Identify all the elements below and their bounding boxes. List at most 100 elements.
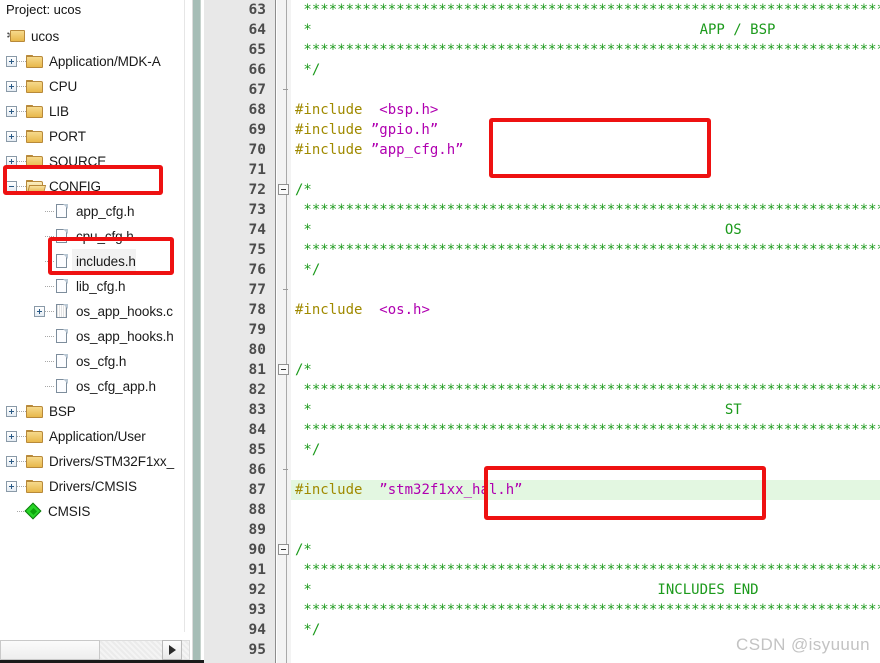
hscroll-thumb[interactable] bbox=[0, 640, 100, 660]
code-line[interactable]: 81 /* bbox=[204, 360, 880, 380]
tree-item-source[interactable]: SOURCE bbox=[0, 149, 190, 174]
tree-item-drivers-cmsis[interactable]: Drivers/CMSIS bbox=[0, 474, 190, 499]
code-line[interactable]: 65 *************************************… bbox=[204, 40, 880, 60]
code-line[interactable]: 66 */ bbox=[204, 60, 880, 80]
code-line[interactable]: 91 *************************************… bbox=[204, 560, 880, 580]
tree-item-lib[interactable]: LIB bbox=[0, 99, 190, 124]
tree-horizontal-scrollbar[interactable] bbox=[0, 636, 190, 663]
code-line[interactable]: 73 *************************************… bbox=[204, 200, 880, 220]
code-text[interactable]: ****************************************… bbox=[291, 380, 880, 400]
tree-item-includes-h[interactable]: includes.h bbox=[0, 249, 190, 274]
code-text[interactable]: ****************************************… bbox=[291, 420, 880, 440]
tree-item-port[interactable]: PORT bbox=[0, 124, 190, 149]
tree-item-app-cfg-h[interactable]: app_cfg.h bbox=[0, 199, 190, 224]
code-line[interactable]: 75 *************************************… bbox=[204, 240, 880, 260]
tree-item-bsp[interactable]: BSP bbox=[0, 399, 190, 424]
code-line[interactable]: 69 #include ”gpio.h” bbox=[204, 120, 880, 140]
hscroll-right-arrow-button[interactable] bbox=[162, 640, 182, 660]
code-text[interactable]: #include <bsp.h> bbox=[291, 100, 880, 120]
code-text[interactable] bbox=[291, 280, 880, 300]
code-text[interactable]: /* bbox=[291, 360, 880, 380]
code-text[interactable]: #include <os.h> bbox=[291, 300, 880, 320]
code-text[interactable]: /* bbox=[291, 540, 880, 560]
code-text[interactable]: ****************************************… bbox=[291, 560, 880, 580]
code-text[interactable]: /* bbox=[291, 180, 880, 200]
code-text[interactable] bbox=[291, 160, 880, 180]
code-line[interactable]: 88 bbox=[204, 500, 880, 520]
code-text[interactable]: * INCLUDES END bbox=[291, 580, 880, 600]
code-line[interactable]: 83 * ST bbox=[204, 400, 880, 420]
code-line[interactable]: 71 bbox=[204, 160, 880, 180]
pane-splitter[interactable] bbox=[190, 0, 204, 663]
code-line[interactable]: 87 #include ”stm32f1xx_hal.h” bbox=[204, 480, 880, 500]
tree-item-application-user[interactable]: Application/User bbox=[0, 424, 190, 449]
code-line[interactable]: 86 bbox=[204, 460, 880, 480]
code-line[interactable]: 84 *************************************… bbox=[204, 420, 880, 440]
expander-plus-icon[interactable] bbox=[6, 406, 17, 417]
project-tree[interactable]: ✻ ucos Application/MDK-A CPU LIB PORT SOURCE CO… bbox=[0, 22, 190, 524]
code-line[interactable]: 74 * OS bbox=[204, 220, 880, 240]
code-line[interactable]: 90 /* bbox=[204, 540, 880, 560]
tree-item-os-app-hooks-h[interactable]: os_app_hooks.h bbox=[0, 324, 190, 349]
tree-item-os-cfg-app-h[interactable]: os_cfg_app.h bbox=[0, 374, 190, 399]
code-text[interactable]: #include ”gpio.h” bbox=[291, 120, 880, 140]
code-text[interactable] bbox=[291, 320, 880, 340]
expander-plus-icon[interactable] bbox=[6, 56, 17, 67]
code-line[interactable]: 72 /* bbox=[204, 180, 880, 200]
expander-plus-icon[interactable] bbox=[6, 131, 17, 142]
code-text[interactable]: #include ”stm32f1xx_hal.h” bbox=[291, 480, 880, 500]
expander-plus-icon[interactable] bbox=[6, 456, 17, 467]
code-line[interactable]: 92 * INCLUDES END bbox=[204, 580, 880, 600]
tree-item-application-mdk-a[interactable]: Application/MDK-A bbox=[0, 49, 190, 74]
fold-collapse-icon[interactable] bbox=[278, 544, 289, 555]
code-text[interactable] bbox=[291, 500, 880, 520]
expander-plus-icon[interactable] bbox=[6, 106, 17, 117]
code-text[interactable]: ****************************************… bbox=[291, 0, 880, 20]
code-text[interactable]: ****************************************… bbox=[291, 40, 880, 60]
code-line[interactable]: 70 #include ”app_cfg.h” bbox=[204, 140, 880, 160]
expander-plus-icon[interactable] bbox=[6, 481, 17, 492]
code-editor[interactable]: 63 *************************************… bbox=[204, 0, 880, 663]
code-text[interactable]: ****************************************… bbox=[291, 200, 880, 220]
code-text[interactable]: * ST bbox=[291, 400, 880, 420]
code-line[interactable]: 67 bbox=[204, 80, 880, 100]
code-line[interactable]: 93 *************************************… bbox=[204, 600, 880, 620]
tree-item-drivers-stm32f1xx-[interactable]: Drivers/STM32F1xx_ bbox=[0, 449, 190, 474]
code-text[interactable]: */ bbox=[291, 260, 880, 280]
code-line[interactable]: 68 #include <bsp.h> bbox=[204, 100, 880, 120]
tree-item-config[interactable]: CONFIG bbox=[0, 174, 190, 199]
tree-root-ucos[interactable]: ✻ ucos bbox=[0, 24, 190, 49]
code-text[interactable]: * APP / BSP bbox=[291, 20, 880, 40]
fold-collapse-icon[interactable] bbox=[278, 364, 289, 375]
code-text[interactable] bbox=[291, 520, 880, 540]
tree-item-cpu[interactable]: CPU bbox=[0, 74, 190, 99]
code-text[interactable]: */ bbox=[291, 60, 880, 80]
tree-item-cpu-cfg-h[interactable]: cpu_cfg.h bbox=[0, 224, 190, 249]
code-line[interactable]: 76 */ bbox=[204, 260, 880, 280]
code-line[interactable]: 64 * APP / BSP bbox=[204, 20, 880, 40]
code-text[interactable] bbox=[291, 460, 880, 480]
code-text[interactable] bbox=[291, 340, 880, 360]
code-line[interactable]: 80 bbox=[204, 340, 880, 360]
code-line[interactable]: 82 *************************************… bbox=[204, 380, 880, 400]
fold-collapse-icon[interactable] bbox=[278, 184, 289, 195]
code-line[interactable]: 63 *************************************… bbox=[204, 0, 880, 20]
code-line[interactable]: 77 bbox=[204, 280, 880, 300]
code-text[interactable]: #include ”app_cfg.h” bbox=[291, 140, 880, 160]
code-lines[interactable]: 63 *************************************… bbox=[204, 0, 880, 660]
code-line[interactable]: 85 */ bbox=[204, 440, 880, 460]
code-line[interactable]: 89 bbox=[204, 520, 880, 540]
code-text[interactable]: */ bbox=[291, 440, 880, 460]
code-text[interactable] bbox=[291, 80, 880, 100]
expander-plus-icon[interactable] bbox=[6, 81, 17, 92]
code-line[interactable]: 78 #include <os.h> bbox=[204, 300, 880, 320]
code-text[interactable]: ****************************************… bbox=[291, 240, 880, 260]
code-text[interactable]: * OS bbox=[291, 220, 880, 240]
splitter-bar[interactable] bbox=[193, 0, 200, 663]
tree-item-os-app-hooks-c[interactable]: os_app_hooks.c bbox=[0, 299, 190, 324]
code-text[interactable]: ****************************************… bbox=[291, 600, 880, 620]
tree-item-lib-cfg-h[interactable]: lib_cfg.h bbox=[0, 274, 190, 299]
expander-minus-icon[interactable] bbox=[6, 181, 17, 192]
expander-plus-icon[interactable] bbox=[34, 306, 45, 317]
expander-plus-icon[interactable] bbox=[6, 156, 17, 167]
